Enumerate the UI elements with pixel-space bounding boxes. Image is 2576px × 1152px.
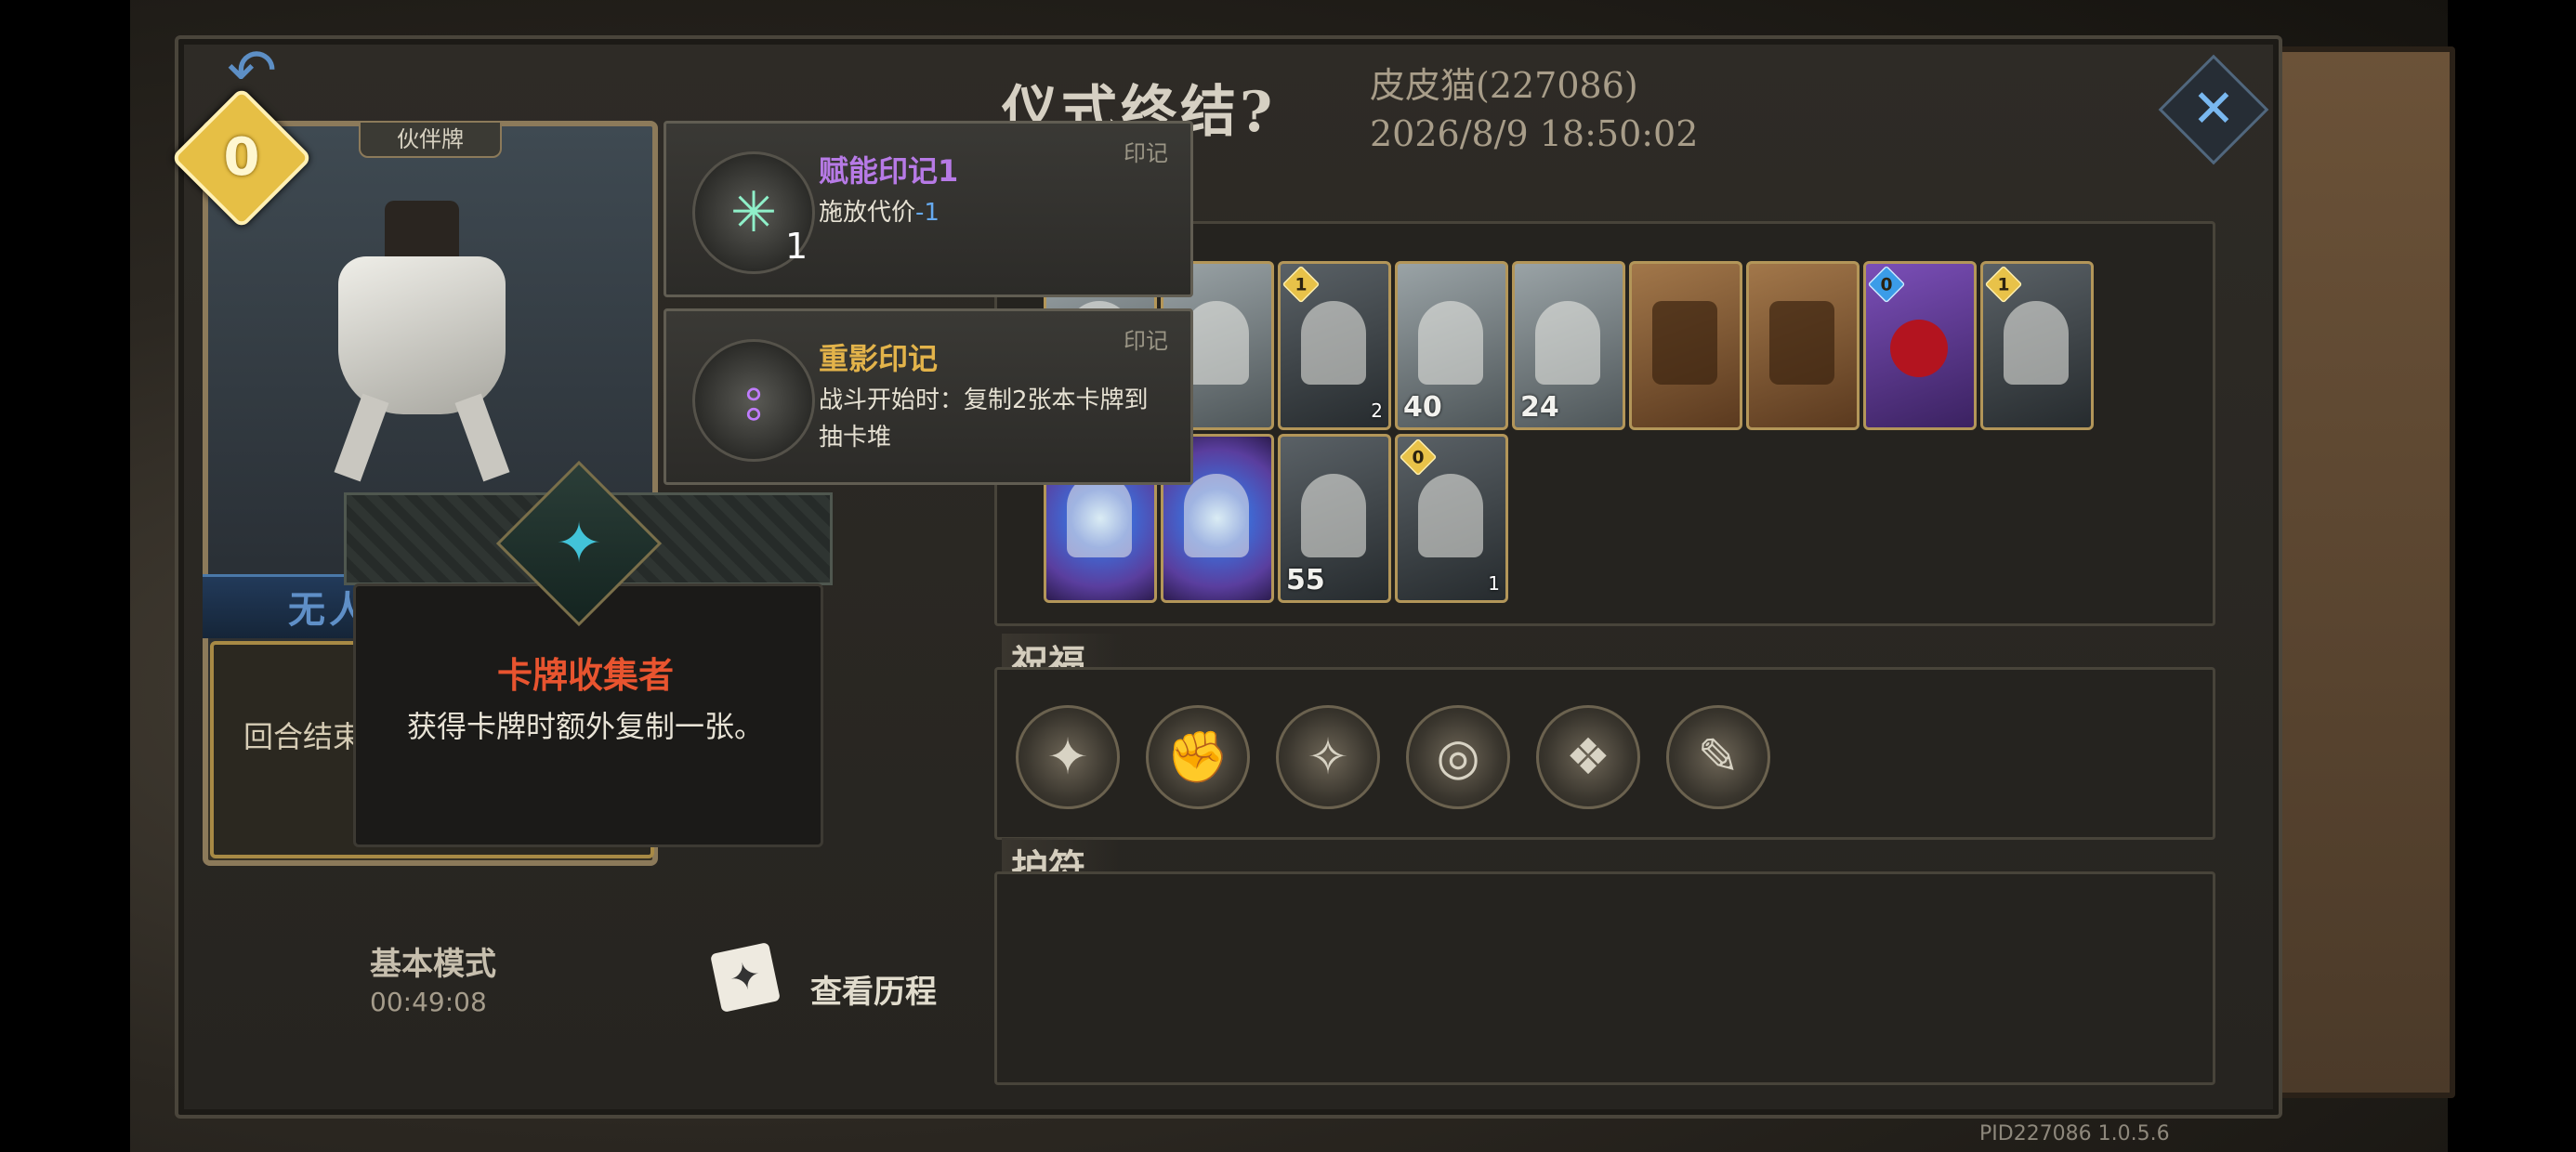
card-cost-value: 0 xyxy=(223,127,260,188)
card-art xyxy=(2004,301,2069,385)
deck-card[interactable] xyxy=(1629,261,1742,430)
build-version: PID227086 1.0.5.6 xyxy=(1979,1122,2170,1145)
card-art xyxy=(1890,320,1948,377)
card-stat: 55 xyxy=(1286,564,1325,596)
blessing-glyph: ✎ xyxy=(1697,727,1740,786)
collector-title: 卡牌收集者 xyxy=(496,655,674,696)
card-cost-gem: 1 xyxy=(1281,265,1321,304)
card-art xyxy=(1418,474,1483,557)
double-rune-icon: ⦂ xyxy=(692,339,815,462)
game-mode-label: 基本模式 xyxy=(370,946,496,983)
deck-card[interactable]: 12 xyxy=(1278,261,1391,430)
close-x-icon: ✕ xyxy=(2191,79,2236,139)
card-cost-value: 0 xyxy=(1880,273,1893,295)
card-mark-count: 2 xyxy=(1371,399,1383,422)
drone-robot-art xyxy=(310,201,533,482)
mark-tooltip-empower: ✳ 1 印记 赋能印记1 施放代价-1 xyxy=(664,121,1193,297)
card-art xyxy=(1184,301,1249,385)
card-stat: 40 xyxy=(1403,391,1442,424)
view-history-label: 查看历程 xyxy=(810,974,937,1011)
card-cost-value: 0 xyxy=(1412,446,1425,468)
blessings-list: ✦ ✊ ✧ ◎ ❖ ✎ xyxy=(994,667,2215,840)
undo-arrow-icon[interactable]: ↶ xyxy=(210,37,294,106)
winged-armor-icon[interactable]: ❖ xyxy=(1536,705,1640,809)
muscle-brute-icon[interactable]: ✊ xyxy=(1146,705,1250,809)
blessing-glyph: ◎ xyxy=(1436,727,1480,786)
mark-type-label: 印记 xyxy=(1124,140,1168,166)
mark-name: 重影印记 xyxy=(819,341,939,376)
charms-list xyxy=(994,871,2215,1085)
card-art xyxy=(1769,301,1834,385)
card-history-icon: ✦ xyxy=(710,942,781,1013)
card-art xyxy=(1184,474,1249,557)
blessing-glyph: ✊ xyxy=(1166,727,1229,786)
mark-count: 1 xyxy=(785,226,808,267)
card-art xyxy=(1535,301,1600,385)
player-name-id: 皮皮猫(227086) xyxy=(1370,65,1638,106)
card-cost-value: 1 xyxy=(1997,273,2010,295)
deck-card[interactable]: 0 xyxy=(1863,261,1977,430)
card-mark-count: 1 xyxy=(1488,572,1500,595)
mark-desc: 施放代价-1 xyxy=(819,194,1172,231)
card-art xyxy=(1418,301,1483,385)
card-cost-gem: 1 xyxy=(1984,265,2023,304)
card-stat: 24 xyxy=(1520,391,1559,424)
partner-card-tag: 伙伴牌 xyxy=(359,121,502,158)
card-cost-gem: 0 xyxy=(1399,438,1438,477)
deck-card[interactable]: 40 xyxy=(1395,261,1508,430)
blessing-glyph: ✧ xyxy=(1307,727,1349,786)
card-art xyxy=(1301,474,1366,557)
deck-card[interactable]: 55 xyxy=(1278,434,1391,603)
mark-desc-text: 施放代价 xyxy=(819,199,916,227)
player-info: 皮皮猫(227086) 2026/8/9 18:50:02 xyxy=(1370,61,1698,158)
card-art xyxy=(1067,474,1132,557)
collector-desc: 获得卡牌时额外复制一张。 xyxy=(406,709,764,744)
right-side-panel-decoration xyxy=(2267,46,2455,1098)
card-cost-gem: 0 xyxy=(1867,265,1906,304)
feather-quill-icon[interactable]: ✎ xyxy=(1666,705,1770,809)
run-timer: 00:49:08 xyxy=(370,987,487,1017)
deck-card[interactable]: 1 xyxy=(1980,261,2094,430)
card-collector-icon[interactable]: ✦ xyxy=(1016,705,1120,809)
deck-card[interactable]: 24 xyxy=(1512,261,1625,430)
card-art xyxy=(1301,301,1366,385)
mark-desc: 战斗开始时：复制2张本卡牌到抽卡堆 xyxy=(819,386,1149,452)
holy-shield-icon[interactable]: ✧ xyxy=(1276,705,1380,809)
brain-medal-icon[interactable]: ◎ xyxy=(1406,705,1510,809)
mark-desc-value: -1 xyxy=(915,199,940,227)
card-cost-value: 1 xyxy=(1295,273,1308,295)
run-timestamp: 2026/8/9 18:50:02 xyxy=(1370,113,1699,154)
card-art xyxy=(1652,301,1717,385)
mark-name: 赋能印记1 xyxy=(819,153,959,189)
deck-card[interactable]: 01 xyxy=(1395,434,1508,603)
mark-tooltip-afterimage: ⦂ 印记 重影印记 战斗开始时：复制2张本卡牌到抽卡堆 xyxy=(664,308,1193,485)
deck-card[interactable] xyxy=(1746,261,1860,430)
blessing-glyph: ✦ xyxy=(1046,727,1089,786)
blessing-glyph: ❖ xyxy=(1565,727,1611,786)
mark-type-label: 印记 xyxy=(1124,328,1168,354)
